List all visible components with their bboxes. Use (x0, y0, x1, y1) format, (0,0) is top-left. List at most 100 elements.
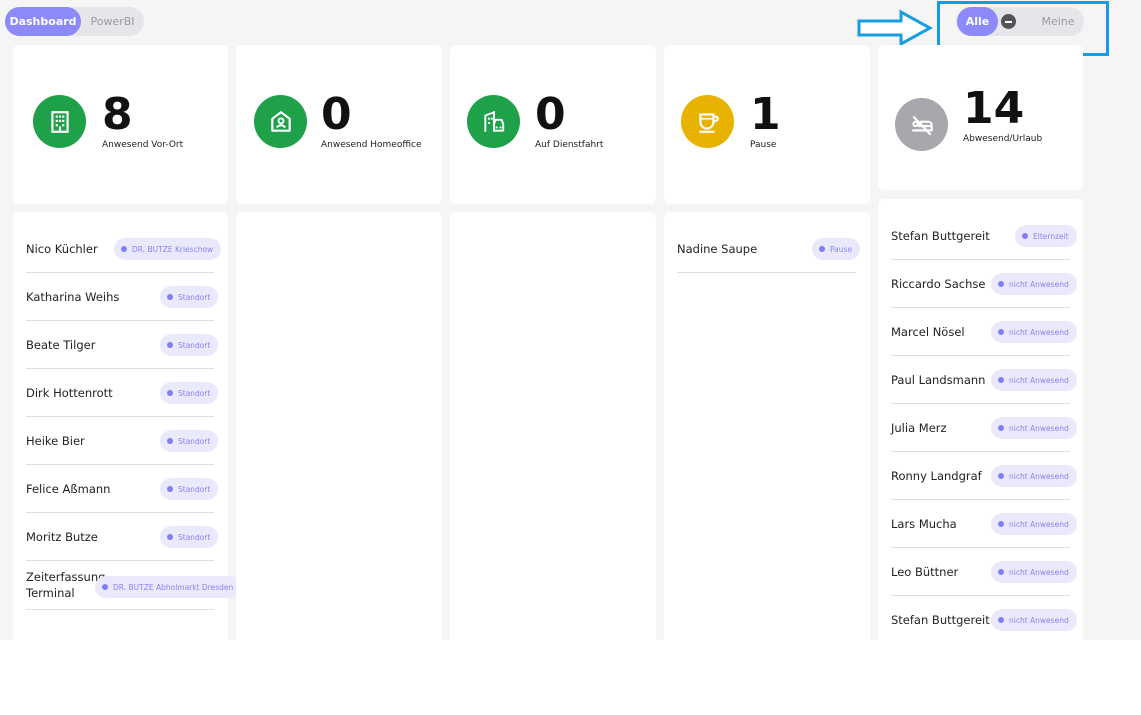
tab-dashboard[interactable]: Dashboard (5, 7, 81, 36)
status-badge[interactable]: DR. BUTZE Krieschow (114, 238, 222, 260)
stat-card-pause: 1 Pause (664, 45, 870, 204)
stat-label: Pause (750, 140, 777, 150)
status-dot-icon (998, 473, 1004, 479)
list-item[interactable]: Zeiterfassung Terminal DR. BUTZE Abholma… (26, 561, 242, 610)
list-item[interactable]: Stefan Buttgereit Elternzeit (891, 212, 1077, 260)
list-card-dienstfahrt (450, 212, 656, 640)
employee-name: Julia Merz (891, 420, 947, 435)
building-icon (33, 95, 86, 148)
status-dot-icon (121, 246, 127, 252)
status-label: nicht Anwesend (1009, 471, 1069, 481)
employee-name: Riccardo Sachse (891, 276, 986, 291)
list-item[interactable]: Ronny Landgraf nicht Anwesend (891, 452, 1077, 500)
employee-name: Ronny Landgraf (891, 468, 982, 483)
employee-name: Felice Aßmann (26, 481, 111, 496)
status-badge[interactable]: Standort (160, 478, 219, 500)
status-label: DR. BUTZE Abholmarkt Dresden (113, 582, 234, 592)
car-building-icon (467, 95, 520, 148)
employee-name: Paul Landsmann (891, 372, 986, 387)
employee-name: Heike Bier (26, 433, 85, 448)
stat-card-vor-ort: 8 Anwesend Vor-Ort (13, 45, 228, 204)
list-item[interactable]: Nadine Saupe Pause (677, 225, 861, 273)
status-label: Standort (178, 532, 211, 542)
status-badge[interactable]: nicht Anwesend (991, 561, 1077, 583)
status-dot-icon (998, 569, 1004, 575)
status-label: nicht Anwesend (1009, 567, 1069, 577)
status-dot-icon (998, 329, 1004, 335)
status-label: Standort (178, 388, 211, 398)
tab-powerbi[interactable]: PowerBI (81, 7, 144, 36)
stat-value: 0 (321, 89, 352, 140)
stat-label: Anwesend Vor-Ort (102, 140, 184, 150)
status-dot-icon (167, 342, 173, 348)
status-badge[interactable]: Standort (160, 286, 219, 308)
list-item[interactable]: Lars Mucha nicht Anwesend (891, 500, 1077, 548)
status-dot-icon (1022, 233, 1028, 239)
status-dot-icon (998, 281, 1004, 287)
list-item[interactable]: Julia Merz nicht Anwesend (891, 404, 1077, 452)
status-badge[interactable]: nicht Anwesend (991, 465, 1077, 487)
status-label: Standort (178, 484, 211, 494)
list-card-homeoffice (236, 212, 442, 640)
stat-card-dienstfahrt: 0 Auf Dienstfahrt (450, 45, 656, 204)
stat-card-homeoffice: 0 Anwesend Homeoffice (236, 45, 442, 204)
status-badge[interactable]: Elternzeit (1015, 225, 1077, 247)
status-badge[interactable]: Standort (160, 430, 219, 452)
status-dot-icon (167, 438, 173, 444)
status-badge[interactable]: nicht Anwesend (991, 513, 1077, 535)
annotation-arrow-icon (857, 9, 933, 47)
list-item[interactable]: Nico Küchler DR. BUTZE Krieschow (26, 225, 222, 273)
status-badge[interactable]: Standort (160, 526, 219, 548)
list-item[interactable]: Stefan Buttgereit nicht Anwesend (891, 596, 1077, 640)
status-badge[interactable]: DR. BUTZE Abholmarkt Dresden (95, 576, 242, 598)
status-badge[interactable]: Standort (160, 334, 219, 356)
status-badge[interactable]: nicht Anwesend (991, 369, 1077, 391)
status-label: Standort (178, 436, 211, 446)
status-label: nicht Anwesend (1009, 423, 1069, 433)
employee-name: Lars Mucha (891, 516, 957, 531)
list-item[interactable]: Dirk Hottenrott Standort (26, 369, 219, 417)
status-dot-icon (819, 246, 825, 252)
status-dot-icon (102, 584, 108, 590)
list-item[interactable]: Paul Landsmann nicht Anwesend (891, 356, 1077, 404)
status-label: nicht Anwesend (1009, 519, 1069, 529)
status-dot-icon (998, 521, 1004, 527)
stat-label: Auf Dienstfahrt (535, 140, 604, 150)
employee-name: Nico Küchler (26, 241, 98, 256)
status-badge[interactable]: Pause (812, 238, 861, 260)
status-badge[interactable]: nicht Anwesend (991, 609, 1077, 631)
status-badge[interactable]: nicht Anwesend (991, 273, 1077, 295)
employee-name: Leo Büttner (891, 564, 959, 579)
app-root: Dashboard PowerBI Alle Meine 8 Anwesend … (0, 0, 1141, 640)
stat-label: Anwesend Homeoffice (321, 140, 422, 150)
list-item[interactable]: Katharina Weihs Standort (26, 273, 219, 321)
stat-value: 0 (535, 89, 566, 140)
status-badge[interactable]: nicht Anwesend (991, 417, 1077, 439)
status-dot-icon (998, 617, 1004, 623)
employee-name: Moritz Butze (26, 529, 98, 544)
stat-value: 1 (750, 89, 781, 140)
coffee-cup-icon (681, 95, 734, 148)
list-item[interactable]: Riccardo Sachse nicht Anwesend (891, 260, 1077, 308)
employee-name: Stefan Buttgereit (891, 612, 990, 627)
list-card-abwesend: Stefan Buttgereit Elternzeit Riccardo Sa… (878, 199, 1083, 640)
status-badge[interactable]: nicht Anwesend (991, 321, 1077, 343)
status-dot-icon (167, 486, 173, 492)
stat-value: 14 (963, 83, 1025, 134)
employee-name: Dirk Hottenrott (26, 385, 113, 400)
status-badge[interactable]: Standort (160, 382, 219, 404)
employee-name: Nadine Saupe (677, 241, 758, 256)
list-item[interactable]: Beate Tilger Standort (26, 321, 219, 369)
status-dot-icon (167, 390, 173, 396)
status-label: Pause (830, 244, 853, 254)
status-label: Elternzeit (1033, 231, 1069, 241)
status-label: nicht Anwesend (1009, 279, 1069, 289)
list-item[interactable]: Leo Büttner nicht Anwesend (891, 548, 1077, 596)
employee-name: Marcel Nösel (891, 324, 965, 339)
list-item[interactable]: Marcel Nösel nicht Anwesend (891, 308, 1077, 356)
list-item[interactable]: Moritz Butze Standort (26, 513, 219, 561)
list-item[interactable]: Felice Aßmann Standort (26, 465, 219, 513)
list-item[interactable]: Heike Bier Standort (26, 417, 219, 465)
list-card-pause: Nadine Saupe Pause (664, 212, 870, 640)
status-label: nicht Anwesend (1009, 615, 1069, 625)
